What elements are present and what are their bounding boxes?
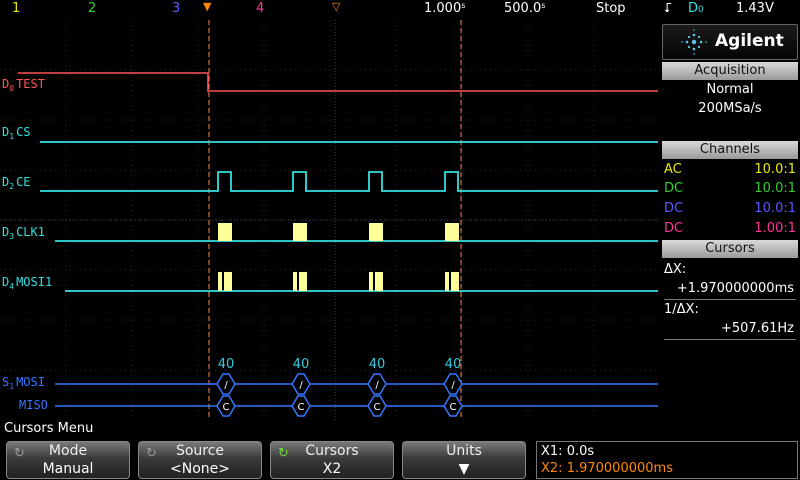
channels-header: Channels <box>662 141 798 159</box>
serial-label: S1 MOSI <box>2 375 45 391</box>
cursor-readout: X1: 0.0s X2: 1.970000000ms <box>536 441 798 479</box>
status-bar: 1 2 3 4 ▼ ▽ 1.000s 500.0s Stop ⮦ D0 1.43… <box>0 0 800 20</box>
brand-logo: Agilent <box>662 24 798 60</box>
mosi-bit <box>445 272 449 291</box>
channel-2-indicator[interactable]: 2 <box>88 1 96 16</box>
delta-x-value: +1.970000000ms <box>676 281 794 296</box>
channel-row-2: DC 10.0:1 <box>664 181 796 196</box>
packet-count-label: 40 <box>218 357 235 372</box>
info-panel: Agilent Acquisition Normal 200MSa/s Chan… <box>660 20 800 420</box>
packet-count-label: 40 <box>445 357 462 372</box>
mode-softkey[interactable]: ↻ Mode Manual <box>6 441 130 479</box>
mosi-bit <box>299 272 307 291</box>
x2-readout: X2: 1.970000000ms <box>541 461 673 476</box>
clk-burst <box>293 223 307 241</box>
miso-label: MISO <box>19 398 48 412</box>
cursors-header: Cursors <box>662 240 798 258</box>
menu-title: Cursors Menu <box>4 421 94 436</box>
channel-label-d1: D1 CS <box>2 125 31 141</box>
units-softkey[interactable]: Units ▼ <box>402 441 526 479</box>
acquisition-header: Acquisition <box>662 62 798 80</box>
trigger-position-marker: ▼ <box>203 0 212 13</box>
mosi-bit <box>218 272 222 291</box>
channel-1-indicator[interactable]: 1 <box>12 1 20 16</box>
cursors-softkey[interactable]: ↻ Cursors X2 <box>270 441 394 479</box>
channel-row-3: DC 10.0:1 <box>664 201 796 216</box>
clk-burst <box>218 223 232 241</box>
agilent-spark-icon <box>681 29 707 55</box>
acquisition-mode: Normal <box>706 82 754 97</box>
timebase-scale[interactable]: 1.000s <box>424 1 465 16</box>
delay-marker: ▽ <box>332 0 341 13</box>
waveform-display[interactable]: D0 TEST D1 CS D2 CE D3 CLK1 D4 MOSI1 S1 MOSI M… <box>0 20 660 420</box>
mosi-bit <box>293 272 297 291</box>
source-softkey[interactable]: ↻ Source <None> <box>138 441 262 479</box>
softkey-bar: Cursors Menu ↻ Mode Manual ↻ Source <Non… <box>0 420 800 480</box>
acquisition-rate: 200MSa/s <box>698 101 762 116</box>
channel-label-d0: D0 TEST <box>2 77 45 93</box>
packet-count-label: 40 <box>369 357 386 372</box>
mosi-bit <box>451 272 459 291</box>
inv-delta-x-label: 1/ΔX: <box>664 302 699 317</box>
mosi-bit <box>375 272 383 291</box>
trigger-level[interactable]: 1.43V <box>736 1 774 16</box>
channel-row-1: AC 10.0:1 <box>664 162 796 177</box>
packet-count-label: 40 <box>293 357 310 372</box>
channel-label-d2: D2 CE <box>2 175 31 191</box>
clk-burst <box>445 223 459 241</box>
mosi-bit <box>224 272 232 291</box>
channel-row-4: DC 1.00:1 <box>664 221 796 236</box>
clk-burst <box>369 223 383 241</box>
channel-label-d3: D3 CLK1 <box>2 225 45 241</box>
trigger-edge-icon: ⮦ <box>664 1 672 16</box>
delta-x-label: ΔX: <box>664 262 687 277</box>
miso-packet-value: C <box>450 402 457 413</box>
miso-packet-value: C <box>223 402 230 413</box>
cursor-divider-2 <box>664 339 796 340</box>
inv-delta-x-value: +507.61Hz <box>721 321 794 336</box>
x1-readout: X1: 0.0s <box>541 444 595 459</box>
run-state[interactable]: Stop <box>596 1 626 16</box>
mosi-bit <box>369 272 373 291</box>
sample-rate: 500.0s <box>504 1 546 16</box>
channel-4-indicator[interactable]: 4 <box>256 1 264 16</box>
trigger-source[interactable]: D0 <box>688 1 704 16</box>
submenu-arrow-icon: ▼ <box>458 461 470 477</box>
brand-name: Agilent <box>715 31 784 51</box>
miso-packet-value: C <box>298 402 305 413</box>
cursor-divider <box>664 299 796 300</box>
channel-3-indicator[interactable]: 3 <box>172 1 180 16</box>
miso-packet-value: C <box>374 402 381 413</box>
